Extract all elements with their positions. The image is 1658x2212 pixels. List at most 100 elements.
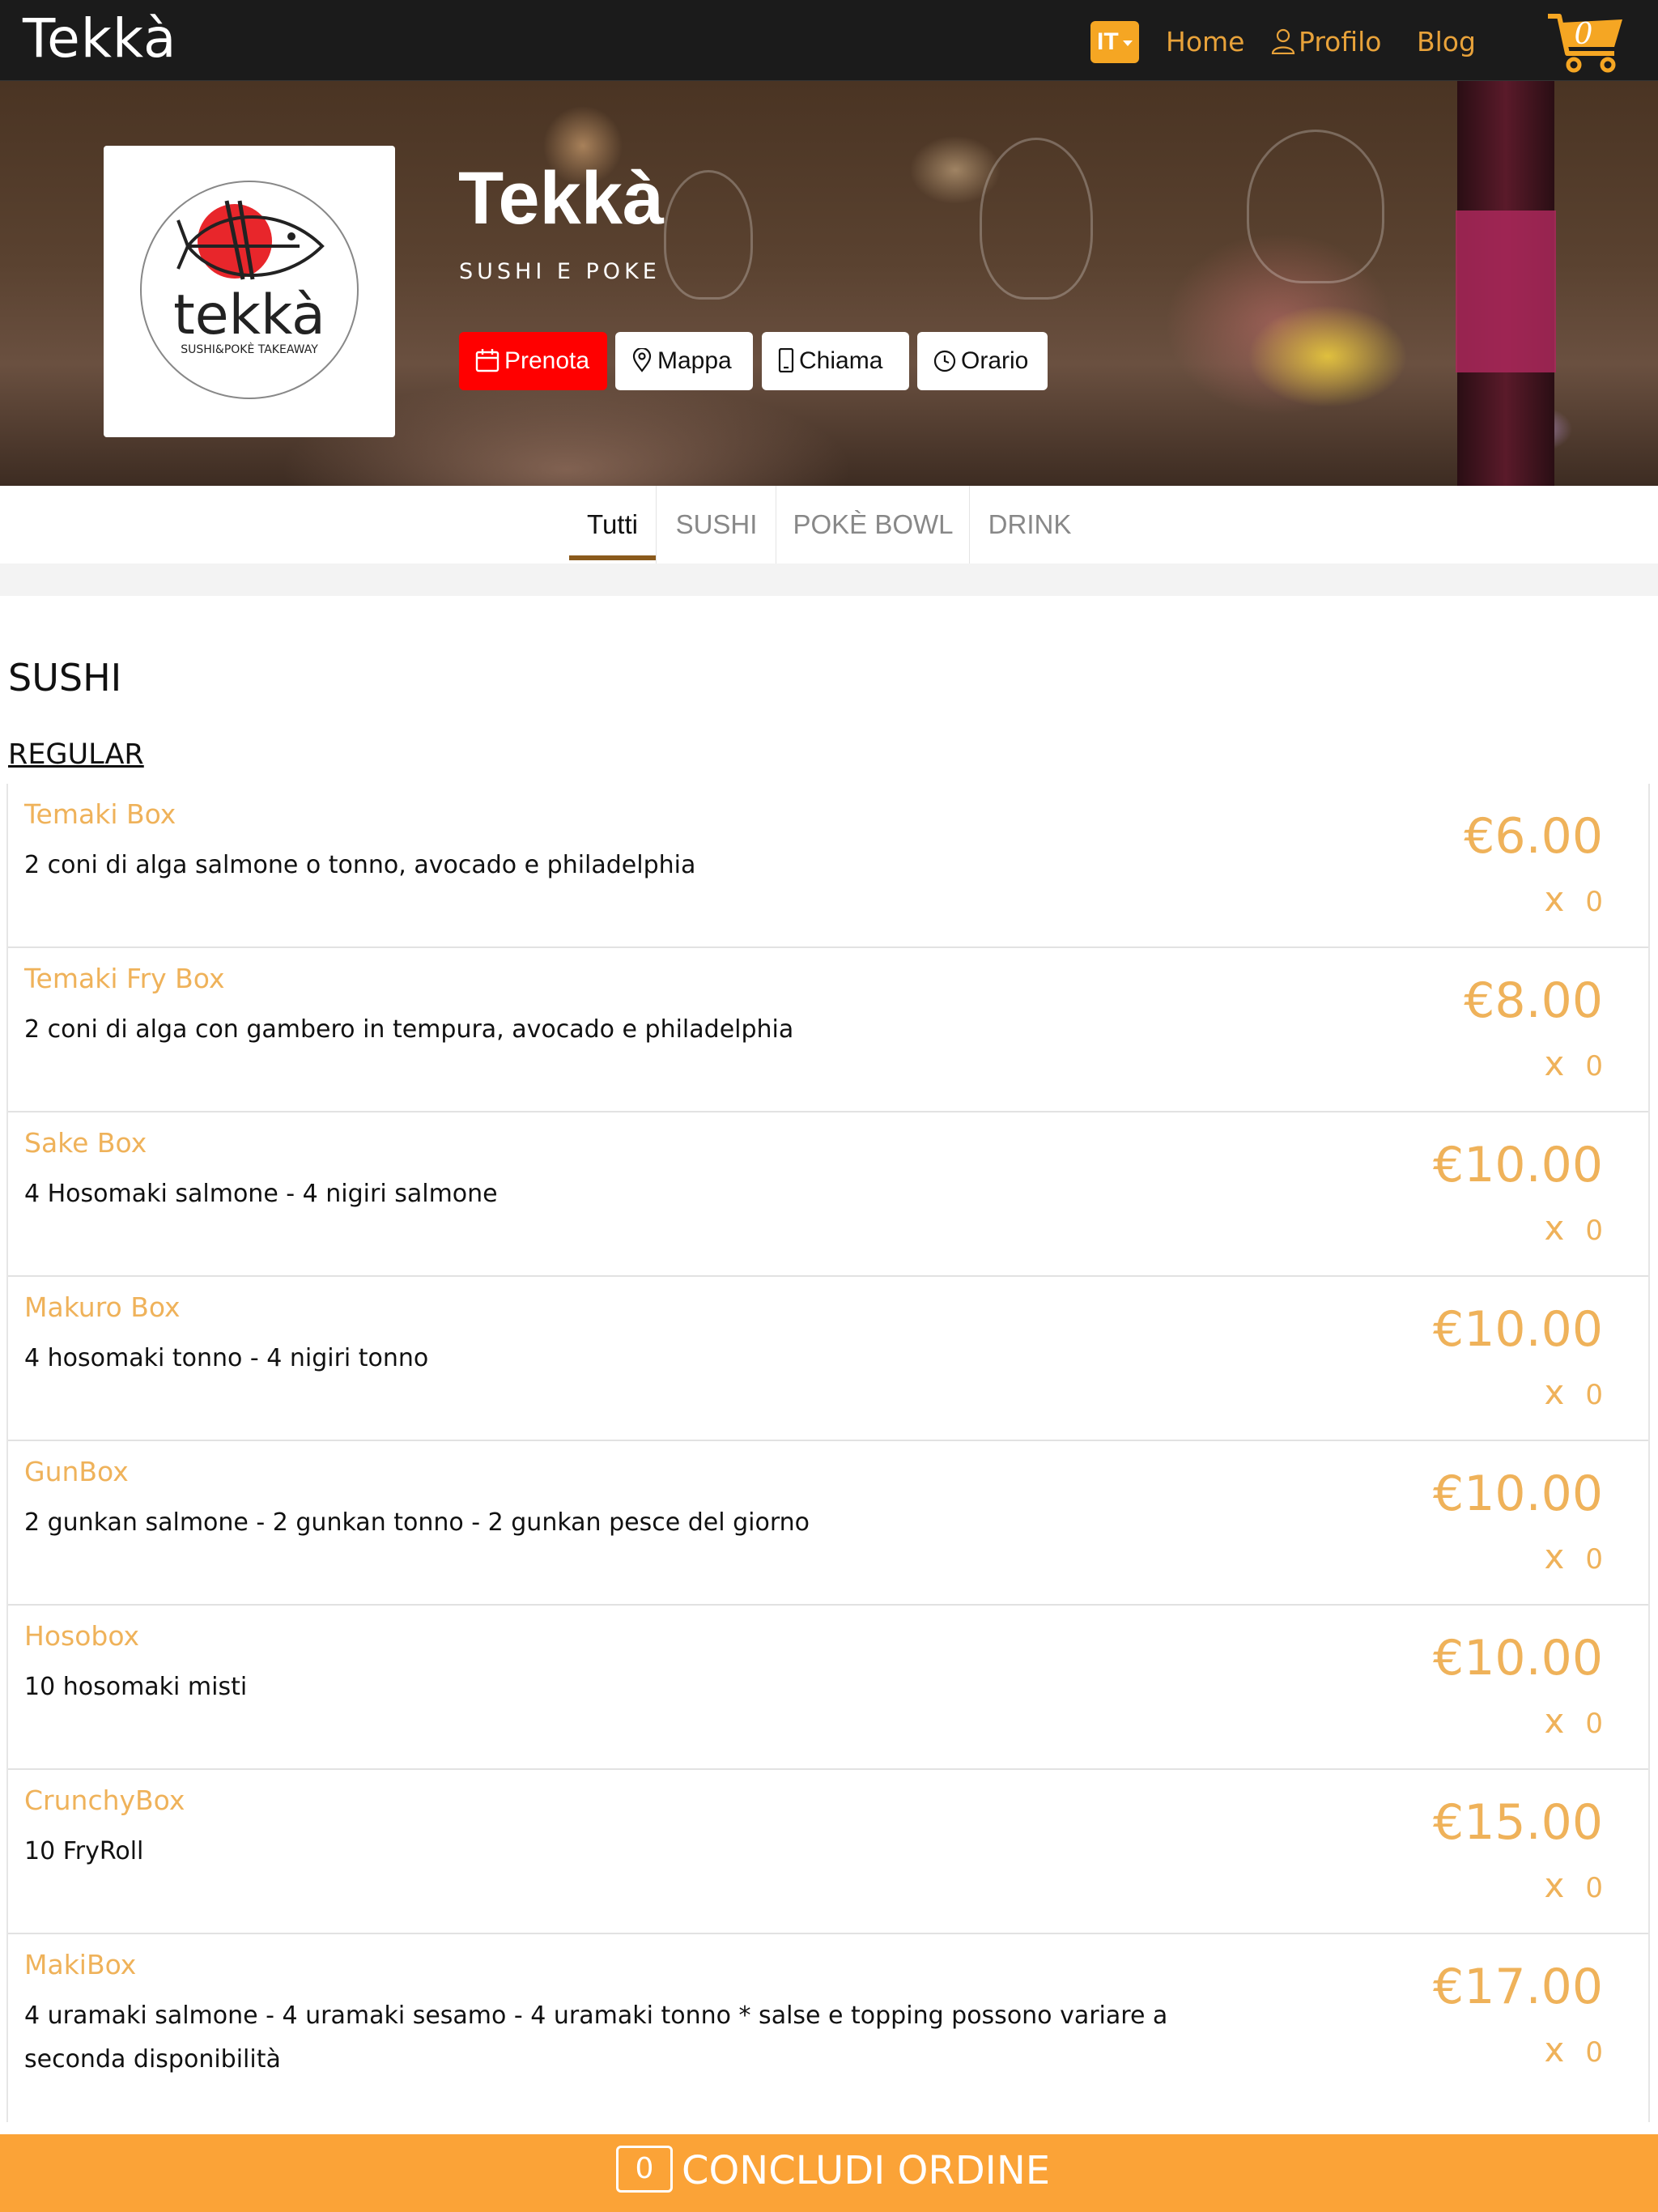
- order-bar[interactable]: 0 CONCLUDI ORDINE: [0, 2134, 1658, 2212]
- item-price: €10.00: [1433, 1137, 1603, 1193]
- restaurant-subtitle: SUSHI E POKE: [459, 259, 661, 284]
- restaurant-logo: tekkà SUSHI&POKÈ TAKEAWAY: [104, 146, 395, 437]
- quantity-prefix: x: [1544, 1044, 1565, 1083]
- menu-item[interactable]: MakiBox 4 uramaki salmone - 4 uramaki se…: [8, 1934, 1648, 2122]
- map-pin-icon: [632, 347, 652, 372]
- mappa-label: Mappa: [657, 347, 732, 374]
- checkout-button-label: CONCLUDI ORDINE: [682, 2148, 1051, 2193]
- calendar-icon: [475, 349, 500, 372]
- item-description: 2 coni di alga con gambero in tempura, a…: [24, 1015, 794, 1044]
- menu-item[interactable]: Sake Box 4 Hosomaki salmone - 4 nigiri s…: [8, 1112, 1648, 1277]
- hero-banner: tekkà SUSHI&POKÈ TAKEAWAY Tekkà SUSHI E …: [0, 81, 1658, 486]
- item-price: €10.00: [1433, 1630, 1603, 1687]
- divider: [0, 564, 1658, 596]
- quantity-prefix: x: [1544, 1537, 1565, 1576]
- item-price: €17.00: [1433, 1959, 1603, 2015]
- quantity-value: 0: [1585, 1543, 1603, 1576]
- item-description: 4 uramaki salmone - 4 uramaki sesamo - 4…: [24, 2001, 1168, 2074]
- item-description: 10 hosomaki misti: [24, 1673, 248, 1701]
- item-name: Sake Box: [24, 1127, 147, 1159]
- item-name: Hosobox: [24, 1620, 140, 1652]
- item-description: 2 coni di alga salmone o tonno, avocado …: [24, 851, 696, 879]
- item-quantity[interactable]: x0: [1545, 1208, 1604, 1248]
- quantity-value: 0: [1585, 1872, 1603, 1904]
- quantity-prefix: x: [1544, 1865, 1565, 1905]
- item-description: 4 Hosomaki salmone - 4 nigiri salmone: [24, 1180, 498, 1208]
- top-navbar: Tekkà IT Home Profilo Blog 0: [0, 0, 1658, 81]
- quantity-prefix: x: [1544, 1372, 1565, 1412]
- quantity-value: 0: [1585, 1214, 1603, 1247]
- quantity-value: 0: [1585, 1050, 1603, 1083]
- quantity-value: 0: [1585, 1379, 1603, 1411]
- menu-item[interactable]: Temaki Box 2 coni di alga salmone o tonn…: [8, 784, 1648, 948]
- item-price: €15.00: [1433, 1794, 1603, 1851]
- nav-home-link[interactable]: Home: [1166, 23, 1244, 62]
- clock-icon: [933, 350, 956, 372]
- logo-tagline: SUSHI&POKÈ TAKEAWAY: [181, 342, 318, 356]
- chiama-label: Chiama: [799, 347, 883, 374]
- glass-image: [664, 170, 753, 300]
- item-quantity[interactable]: x0: [1545, 1701, 1604, 1741]
- item-price: €8.00: [1464, 972, 1603, 1029]
- item-quantity[interactable]: x0: [1545, 1372, 1604, 1412]
- item-quantity[interactable]: x0: [1545, 1865, 1604, 1905]
- subsection-title: REGULAR: [8, 738, 144, 771]
- menu-item[interactable]: Makuro Box 4 hosomaki tonno - 4 nigiri t…: [8, 1277, 1648, 1441]
- cart-count-badge: 0: [1574, 18, 1593, 51]
- item-quantity[interactable]: x0: [1545, 2030, 1604, 2069]
- restaurant-logo-image: tekkà SUSHI&POKÈ TAKEAWAY: [140, 181, 359, 399]
- tab-poke-bowl[interactable]: POKÈ BOWL: [777, 486, 970, 564]
- nav-profile-link[interactable]: Profilo: [1271, 23, 1382, 62]
- item-description: 10 FryRoll: [24, 1837, 144, 1865]
- user-icon: [1271, 28, 1295, 55]
- caret-down-icon: [1123, 40, 1133, 46]
- item-name: Temaki Fry Box: [24, 963, 225, 994]
- tab-drink[interactable]: DRINK: [971, 486, 1089, 564]
- order-count-badge: 0: [616, 2146, 673, 2193]
- language-dropdown[interactable]: IT: [1090, 21, 1139, 63]
- quantity-value: 0: [1585, 2036, 1603, 2069]
- item-name: Makuro Box: [24, 1291, 181, 1323]
- tab-tutti[interactable]: Tutti: [569, 486, 657, 564]
- item-name: GunBox: [24, 1456, 129, 1487]
- prenota-button[interactable]: Prenota: [459, 332, 607, 390]
- phone-icon: [778, 347, 794, 373]
- item-price: €6.00: [1464, 808, 1603, 865]
- item-price: €10.00: [1433, 1301, 1603, 1358]
- orario-label: Orario: [961, 347, 1029, 374]
- item-description: 4 hosomaki tonno - 4 nigiri tonno: [24, 1344, 429, 1372]
- menu-list: Temaki Box 2 coni di alga salmone o tonn…: [6, 784, 1650, 2122]
- glass-image: [1247, 130, 1384, 283]
- quantity-value: 0: [1585, 886, 1603, 918]
- quantity-value: 0: [1585, 1708, 1603, 1740]
- section-title: SUSHI: [8, 656, 122, 700]
- item-quantity[interactable]: x0: [1545, 879, 1604, 919]
- quantity-prefix: x: [1544, 1208, 1565, 1248]
- menu-item[interactable]: CrunchyBox 10 FryRoll €15.00 x0: [8, 1770, 1648, 1934]
- menu-item[interactable]: Temaki Fry Box 2 coni di alga con gamber…: [8, 948, 1648, 1112]
- logo-text: tekkà: [173, 283, 325, 347]
- item-quantity[interactable]: x0: [1545, 1044, 1604, 1083]
- item-price: €10.00: [1433, 1465, 1603, 1522]
- nav-blog-link[interactable]: Blog: [1417, 23, 1476, 62]
- tab-sushi[interactable]: SUSHI: [657, 486, 776, 564]
- wine-label-image: [1456, 211, 1556, 372]
- quantity-prefix: x: [1544, 2030, 1565, 2069]
- mappa-button[interactable]: Mappa: [615, 332, 753, 390]
- brand-logo[interactable]: Tekkà: [23, 5, 176, 73]
- glass-image: [980, 138, 1093, 300]
- orario-button[interactable]: Orario: [917, 332, 1048, 390]
- menu-item[interactable]: GunBox 2 gunkan salmone - 2 gunkan tonno…: [8, 1441, 1648, 1606]
- menu-item[interactable]: Hosobox 10 hosomaki misti €10.00 x0: [8, 1606, 1648, 1770]
- category-tabs: Tutti SUSHI POKÈ BOWL DRINK: [0, 486, 1658, 564]
- quantity-prefix: x: [1544, 879, 1565, 919]
- quantity-prefix: x: [1544, 1701, 1565, 1741]
- item-name: Temaki Box: [24, 798, 176, 830]
- nav-profile-label: Profilo: [1299, 26, 1382, 57]
- item-name: CrunchyBox: [24, 1784, 185, 1816]
- item-quantity[interactable]: x0: [1545, 1537, 1604, 1576]
- language-label: IT: [1097, 28, 1119, 55]
- prenota-label: Prenota: [504, 347, 590, 374]
- chiama-button[interactable]: Chiama: [762, 332, 909, 390]
- item-description: 2 gunkan salmone - 2 gunkan tonno - 2 gu…: [24, 1508, 810, 1537]
